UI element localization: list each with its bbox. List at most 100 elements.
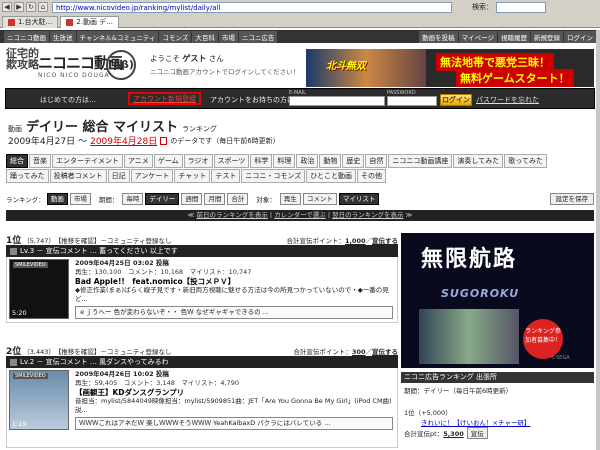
promote-link[interactable]: 宣伝する — [372, 237, 398, 245]
category-tab[interactable]: アンケート — [130, 169, 174, 183]
category-tab[interactable]: テスト — [211, 169, 241, 183]
browser-chrome: ◀ ▶ ↻ ⌂ http://www.nicovideo.jp/ranking/… — [0, 0, 600, 28]
category-tab[interactable]: ラジオ — [183, 154, 213, 168]
period-label: 期間： — [98, 195, 119, 204]
period-total[interactable]: 合計 — [227, 192, 249, 205]
nav-channel[interactable]: チャンネル&コミュニティ — [76, 30, 159, 43]
category-tab[interactable]: 演奏してみた — [453, 154, 504, 168]
nav-commons[interactable]: コモンズ — [159, 30, 192, 43]
password-field[interactable] — [387, 96, 437, 106]
nav-login[interactable]: ログイン — [564, 30, 596, 43]
nav-dic[interactable]: 大百科 — [192, 30, 218, 43]
favicon-icon — [8, 19, 15, 26]
period-monthly[interactable]: 月間 — [204, 192, 226, 205]
nav-register[interactable]: 新規登録 — [531, 30, 563, 43]
promote-link[interactable]: 宣伝する — [372, 348, 398, 356]
category-tab[interactable]: スポーツ — [213, 154, 250, 168]
scrollbar[interactable] — [596, 30, 600, 450]
category-tab[interactable]: チャット — [174, 169, 211, 183]
recommend-link[interactable]: 【推移を確認】 — [55, 346, 101, 356]
register-link[interactable]: アカウント新規登録 — [128, 92, 201, 105]
period-hourly[interactable]: 毎時 — [122, 192, 144, 205]
category-tab[interactable]: 科学 — [250, 154, 273, 168]
promo-points: 合計宣伝ポイント：1,000／宣伝する — [286, 236, 398, 245]
category-tab[interactable]: 総合 — [6, 154, 28, 168]
category-tab[interactable]: 踊ってみた — [6, 169, 49, 183]
ranking-entry: 2位 （3,443） 【推移を確認】 －コミュニティ登録なし 合計宣伝ポイント：… — [6, 345, 398, 448]
browser-tab-2[interactable]: 2.動画 デ... — [60, 16, 119, 28]
nav-live[interactable]: 生放送 — [50, 30, 76, 43]
ad-ranking-first-title[interactable]: きれいに！【けいおん！×チャー研】 — [401, 417, 594, 427]
address-bar[interactable]: http://www.nicovideo.jp/ranking/mylist/d… — [52, 1, 452, 13]
calendar-link[interactable]: カレンダーで選ぶ — [274, 211, 326, 219]
entry-body: SMILEVIDEO 1:19 2009年04月26日 10:02 投稿 再生：… — [6, 368, 398, 448]
period-weekly[interactable]: 週間 — [181, 192, 203, 205]
nav-ads[interactable]: ニコニ広告 — [238, 30, 278, 43]
category-tab[interactable]: 動物 — [319, 154, 342, 168]
level-icon — [10, 247, 17, 255]
browser-tab-1[interactable]: 1.台大駐... — [2, 16, 59, 28]
video-stats: 再生：130,100 コメント：10,168 マイリスト：10,747 — [75, 268, 252, 276]
nav-upload[interactable]: 動画を投稿 — [419, 30, 458, 43]
category-tab[interactable]: アニメ — [124, 154, 153, 168]
prev-day-link[interactable]: 前日のランキングを表示 — [197, 211, 268, 219]
date-link[interactable]: 2009年4月28日 — [90, 134, 157, 147]
site-logo[interactable]: 征宅的 欺攻略 ニコニコ動画 NICO NICO DOUGA (ββ) — [6, 48, 146, 84]
ad-badge: ランキング参加者募集中！ — [523, 319, 563, 359]
back-icon[interactable]: ◀ — [2, 2, 12, 12]
category-tab[interactable]: ひとこと動画 — [306, 169, 356, 183]
category-tab[interactable]: 投稿者コメント — [49, 169, 107, 183]
nav-market[interactable]: 市場 — [218, 30, 238, 43]
nav-history[interactable]: 視聴履歴 — [498, 30, 530, 43]
category-tab[interactable]: 政治 — [296, 154, 319, 168]
video-length: 5:20 — [12, 309, 27, 317]
reload-icon[interactable]: ↻ — [26, 2, 36, 12]
category-tab[interactable]: その他 — [357, 169, 386, 183]
next-day-link[interactable]: 翌日のランキングを表示 — [332, 211, 403, 219]
nav-niconico[interactable]: ニコニコ動画 — [4, 30, 49, 43]
nav-mypage[interactable]: マイページ — [458, 30, 497, 43]
target-comment[interactable]: コメント — [302, 192, 337, 205]
video-title[interactable]: 【画観王】KDダンスグランプリ — [75, 388, 393, 397]
ranking-date: 2009年4月27日 ～ 2009年4月28日 のデータです（毎日午前6時更新） — [8, 134, 280, 147]
community-status: －コミュニティ登録なし — [100, 236, 172, 245]
category-tab[interactable]: エンターテイメント — [52, 154, 123, 168]
video-thumbnail[interactable]: SMILEVIDEO 5:20 — [9, 259, 69, 319]
type-video[interactable]: 動画 — [46, 192, 68, 205]
search-label: 検索： — [472, 3, 493, 11]
sidebar-ad[interactable]: 無限航路 SUGOROKU ランキング参加者募集中！ ©SEGA — [401, 233, 594, 368]
ad-promote-button[interactable]: 宣伝 — [466, 427, 488, 439]
type-market[interactable]: 市場 — [69, 192, 91, 205]
category-tab[interactable]: 歴史 — [342, 154, 365, 168]
video-stats: 再生：59,405 コメント：3,148 マイリスト：4,790 — [75, 379, 239, 387]
category-tab[interactable]: 歌ってみた — [504, 154, 547, 168]
home-icon[interactable]: ⌂ — [38, 2, 48, 12]
login-button[interactable]: ログイン — [440, 94, 472, 106]
category-tab[interactable]: ニコニコ動画講座 — [388, 154, 453, 168]
video-title[interactable]: Bad Apple!! feat.nomico【投コメＰＶ】 — [75, 277, 393, 286]
ad-title: 無限航路 — [421, 247, 518, 272]
ad-banner[interactable]: 北斗無双 無法地帯で悪党三昧！ 無料ゲームスタート！ — [306, 49, 594, 87]
category-tab[interactable]: 料理 — [273, 154, 296, 168]
forgot-password-link[interactable]: パスワードを忘れた — [476, 95, 539, 105]
ad-ranking-points: 合計宣伝pt：5,300 宣伝 — [401, 427, 594, 439]
category-tab[interactable]: ゲーム — [153, 154, 183, 168]
forward-icon[interactable]: ▶ — [14, 2, 24, 12]
category-tab[interactable]: ニコニ・コモンズ — [241, 169, 306, 183]
browser-search-input[interactable] — [496, 1, 546, 13]
ad-ranking-first: 1位（+5,000） — [404, 409, 452, 417]
category-tab[interactable]: 音楽 — [29, 154, 51, 168]
video-thumbnail[interactable]: SMILEVIDEO 1:19 — [9, 370, 69, 430]
banner-line2: 無料ゲームスタート！ — [456, 69, 574, 87]
email-field[interactable] — [289, 96, 385, 106]
category-tab[interactable]: 日記 — [107, 169, 130, 183]
save-settings-button[interactable]: 設定を保存 — [549, 192, 594, 205]
target-play[interactable]: 再生 — [279, 192, 301, 205]
calendar-icon[interactable] — [160, 136, 168, 145]
recommend-link[interactable]: 【推移を確認】 — [55, 235, 101, 245]
video-length: 1:19 — [12, 420, 27, 428]
target-mylist[interactable]: マイリスト — [338, 192, 380, 205]
period-daily[interactable]: デイリー — [145, 192, 180, 205]
category-tab[interactable]: 自然 — [365, 154, 388, 168]
login-bar: はじめての方は… アカウント新規登録 アカウントをお持ちの方は… E-MAIL … — [5, 88, 595, 109]
